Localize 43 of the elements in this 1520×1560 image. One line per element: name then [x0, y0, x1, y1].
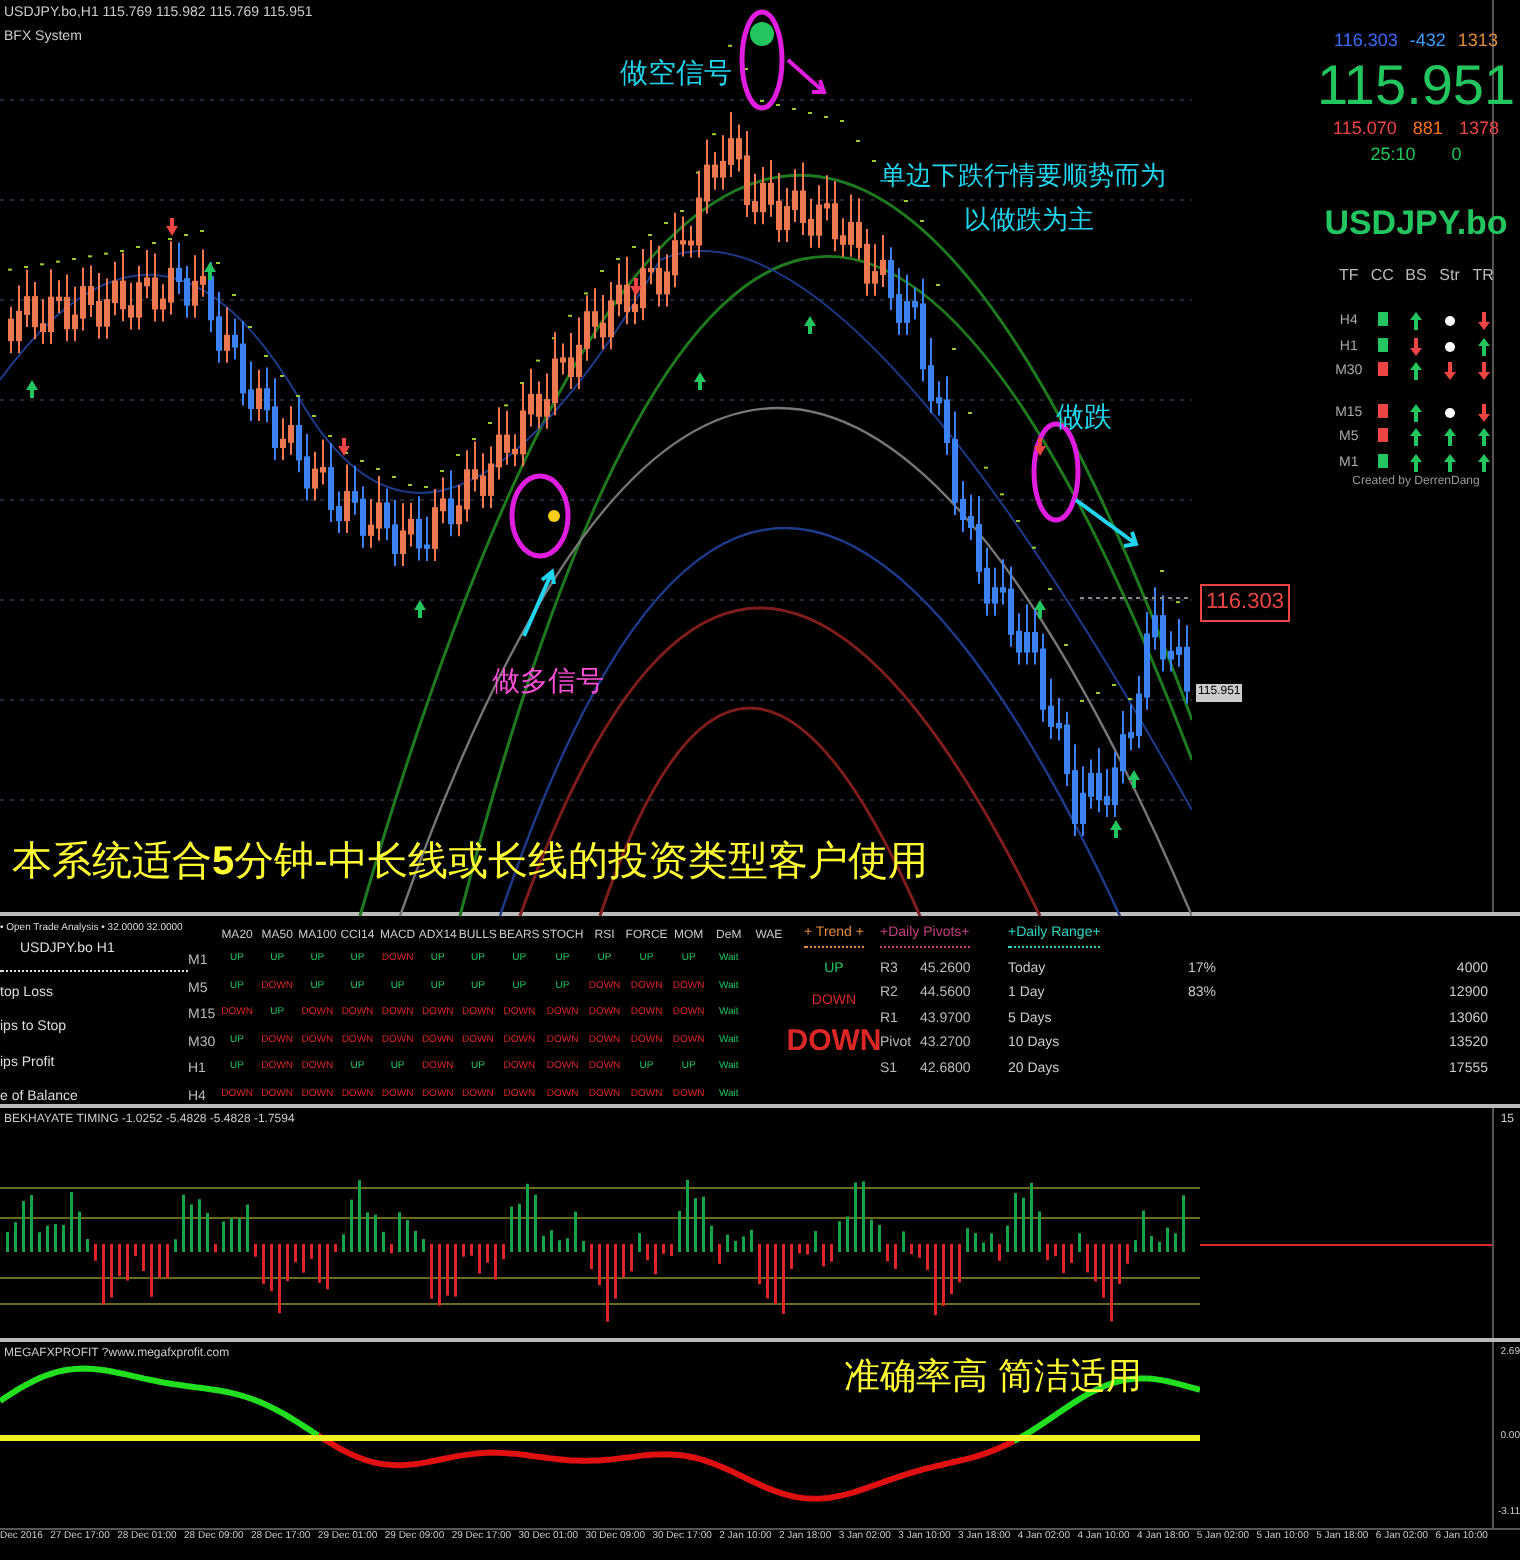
- up-arrow-icon: [414, 600, 426, 618]
- symbol-label: USDJPY.bo: [1324, 201, 1508, 245]
- up-arrow-icon: [1110, 820, 1122, 838]
- trend-verdict: DOWN: [786, 1025, 882, 1055]
- quote-stat: 25:10: [1370, 142, 1416, 168]
- annotation-text: 做空信号: [620, 54, 732, 92]
- current-price: 115.951: [1316, 55, 1516, 115]
- annotation-text: 做多信号: [492, 662, 604, 700]
- annotation-text: 以做跌为主: [964, 202, 1094, 238]
- quote-stat: 1378: [1458, 115, 1499, 141]
- up-arrow-icon: [26, 380, 38, 398]
- quote-stat: -432: [1409, 28, 1446, 54]
- annotation-text: 本系统适合5分钟-中长线或长线的投资类型客户使用: [12, 838, 928, 888]
- highlight-ellipse: [739, 9, 785, 111]
- pointer-arrow: [522, 568, 556, 638]
- signal-dot: [548, 510, 560, 522]
- quote-stat: 1313: [1457, 28, 1498, 54]
- column-header: TF: [1339, 264, 1359, 288]
- down-arrow-icon: [338, 438, 350, 456]
- signal-dot: [750, 22, 774, 46]
- pointer-arrow: [1074, 498, 1139, 548]
- up-arrow-icon: [804, 316, 816, 334]
- down-arrow-icon: [630, 278, 642, 296]
- column-header: Str: [1439, 264, 1460, 288]
- down-arrow-icon: [1034, 438, 1046, 456]
- column-header: CC: [1370, 264, 1394, 288]
- up-arrow-icon: [694, 372, 706, 390]
- up-arrow-icon: [204, 262, 216, 280]
- up-arrow-icon: [1128, 770, 1140, 788]
- up-arrow-icon: [1034, 600, 1046, 618]
- highlight-ellipse: [509, 473, 571, 559]
- annotation-text: 单边下跌行情要顺势而为: [880, 158, 1166, 194]
- column-header: BS: [1405, 264, 1427, 288]
- down-arrow-icon: [166, 218, 178, 236]
- price-tag: 116.303: [1200, 584, 1290, 621]
- quote-stat: 116.303: [1334, 28, 1398, 54]
- level-line: [1079, 597, 1192, 599]
- quote-stat: 115.070: [1333, 115, 1397, 141]
- pointer-arrow: [786, 58, 827, 94]
- column-header: TR: [1472, 264, 1494, 288]
- quote-stat: 881: [1412, 115, 1443, 141]
- annotation-text: 做跌: [1056, 398, 1112, 436]
- quote-stat: 0: [1451, 142, 1462, 168]
